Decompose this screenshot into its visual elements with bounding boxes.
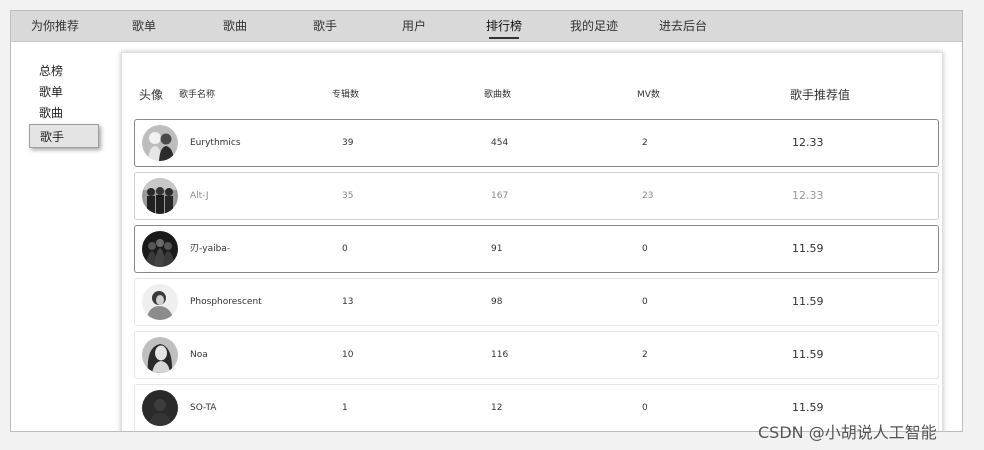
csdn-watermark: CSDN @小胡说人工智能 xyxy=(758,423,937,442)
recommend-score: 11.59 xyxy=(792,242,824,255)
nav-recommend[interactable]: 为你推荐 xyxy=(31,11,79,42)
song-count: 98 xyxy=(491,297,503,307)
recommend-score: 12.33 xyxy=(792,136,824,149)
dark-portrait-icon xyxy=(142,390,178,426)
song-count: 91 xyxy=(491,244,503,254)
sidebar-item-songs[interactable]: 歌曲 xyxy=(39,104,63,121)
header-singer-name: 歌手名称 xyxy=(179,90,216,100)
nav-singers[interactable]: 歌手 xyxy=(313,11,337,42)
header-album-count: 专辑数 xyxy=(332,90,360,100)
song-count: 167 xyxy=(491,191,509,201)
recommend-score: 11.59 xyxy=(792,295,824,308)
recommend-score: 11.59 xyxy=(792,348,824,361)
singer-ranking-panel: 头像 歌手名称 专辑数 歌曲数 MV数 歌手推荐值 Eurythmics 39 … xyxy=(121,52,943,431)
album-count: 39 xyxy=(342,138,354,148)
mv-count: 0 xyxy=(642,403,648,413)
singer-name: Eurythmics xyxy=(190,138,241,148)
album-count: 0 xyxy=(342,244,348,254)
sidebar-item-playlists[interactable]: 歌单 xyxy=(39,83,63,100)
song-count: 454 xyxy=(491,138,509,148)
sidebar-item-singers[interactable]: 歌手 xyxy=(29,124,99,148)
album-count: 13 xyxy=(342,297,354,307)
mv-count: 0 xyxy=(642,244,648,254)
singer-name: Alt-J xyxy=(190,191,209,201)
app-window: 为你推荐 歌单 歌曲 歌手 用户 排行榜 我的足迹 进去后台 总榜 歌单 歌曲 … xyxy=(10,10,963,432)
recommend-score: 12.33 xyxy=(792,189,824,202)
nav-users[interactable]: 用户 xyxy=(402,11,426,42)
mv-count: 0 xyxy=(642,297,648,307)
nav-admin[interactable]: 进去后台 xyxy=(659,11,707,42)
top-navigation: 为你推荐 歌单 歌曲 歌手 用户 排行榜 我的足迹 进去后台 xyxy=(11,11,962,42)
song-count: 12 xyxy=(491,403,503,413)
person-portrait-icon xyxy=(142,284,178,320)
sidebar-item-overall[interactable]: 总榜 xyxy=(39,62,63,79)
album-count: 10 xyxy=(342,350,354,360)
header-recommend-score: 歌手推荐值 xyxy=(790,88,851,102)
album-count: 35 xyxy=(342,191,354,201)
woman-portrait-icon xyxy=(142,337,178,373)
singer-name: Phosphorescent xyxy=(190,297,262,307)
ranking-sidebar: 总榜 歌单 歌曲 歌手 xyxy=(11,42,119,431)
band-portrait-icon xyxy=(142,178,178,214)
nav-songs[interactable]: 歌曲 xyxy=(223,11,247,42)
singer-name: 刃-yaiba- xyxy=(190,244,231,254)
mv-count: 23 xyxy=(642,191,654,201)
mv-count: 2 xyxy=(642,138,648,148)
header-mv-count: MV数 xyxy=(637,90,660,100)
nav-playlists[interactable]: 歌单 xyxy=(132,11,156,42)
table-row[interactable]: Eurythmics 39 454 2 12.33 xyxy=(134,119,939,167)
header-avatar: 头像 xyxy=(139,88,164,102)
table-row[interactable]: 刃-yaiba- 0 91 0 11.59 xyxy=(134,225,939,273)
nav-rankings[interactable]: 排行榜 xyxy=(486,11,522,42)
singer-name: Noa xyxy=(190,350,208,360)
header-song-count: 歌曲数 xyxy=(484,90,512,100)
group-portrait-icon xyxy=(142,231,178,267)
singer-name: SO-TA xyxy=(190,403,217,413)
duo-portrait-icon xyxy=(142,125,178,161)
table-row[interactable]: Phosphorescent 13 98 0 11.59 xyxy=(134,278,939,326)
mv-count: 2 xyxy=(642,350,648,360)
nav-footprints[interactable]: 我的足迹 xyxy=(570,11,618,42)
table-row[interactable]: Alt-J 35 167 23 12.33 xyxy=(134,172,939,220)
album-count: 1 xyxy=(342,403,348,413)
table-row[interactable]: Noa 10 116 2 11.59 xyxy=(134,331,939,379)
song-count: 116 xyxy=(491,350,509,360)
